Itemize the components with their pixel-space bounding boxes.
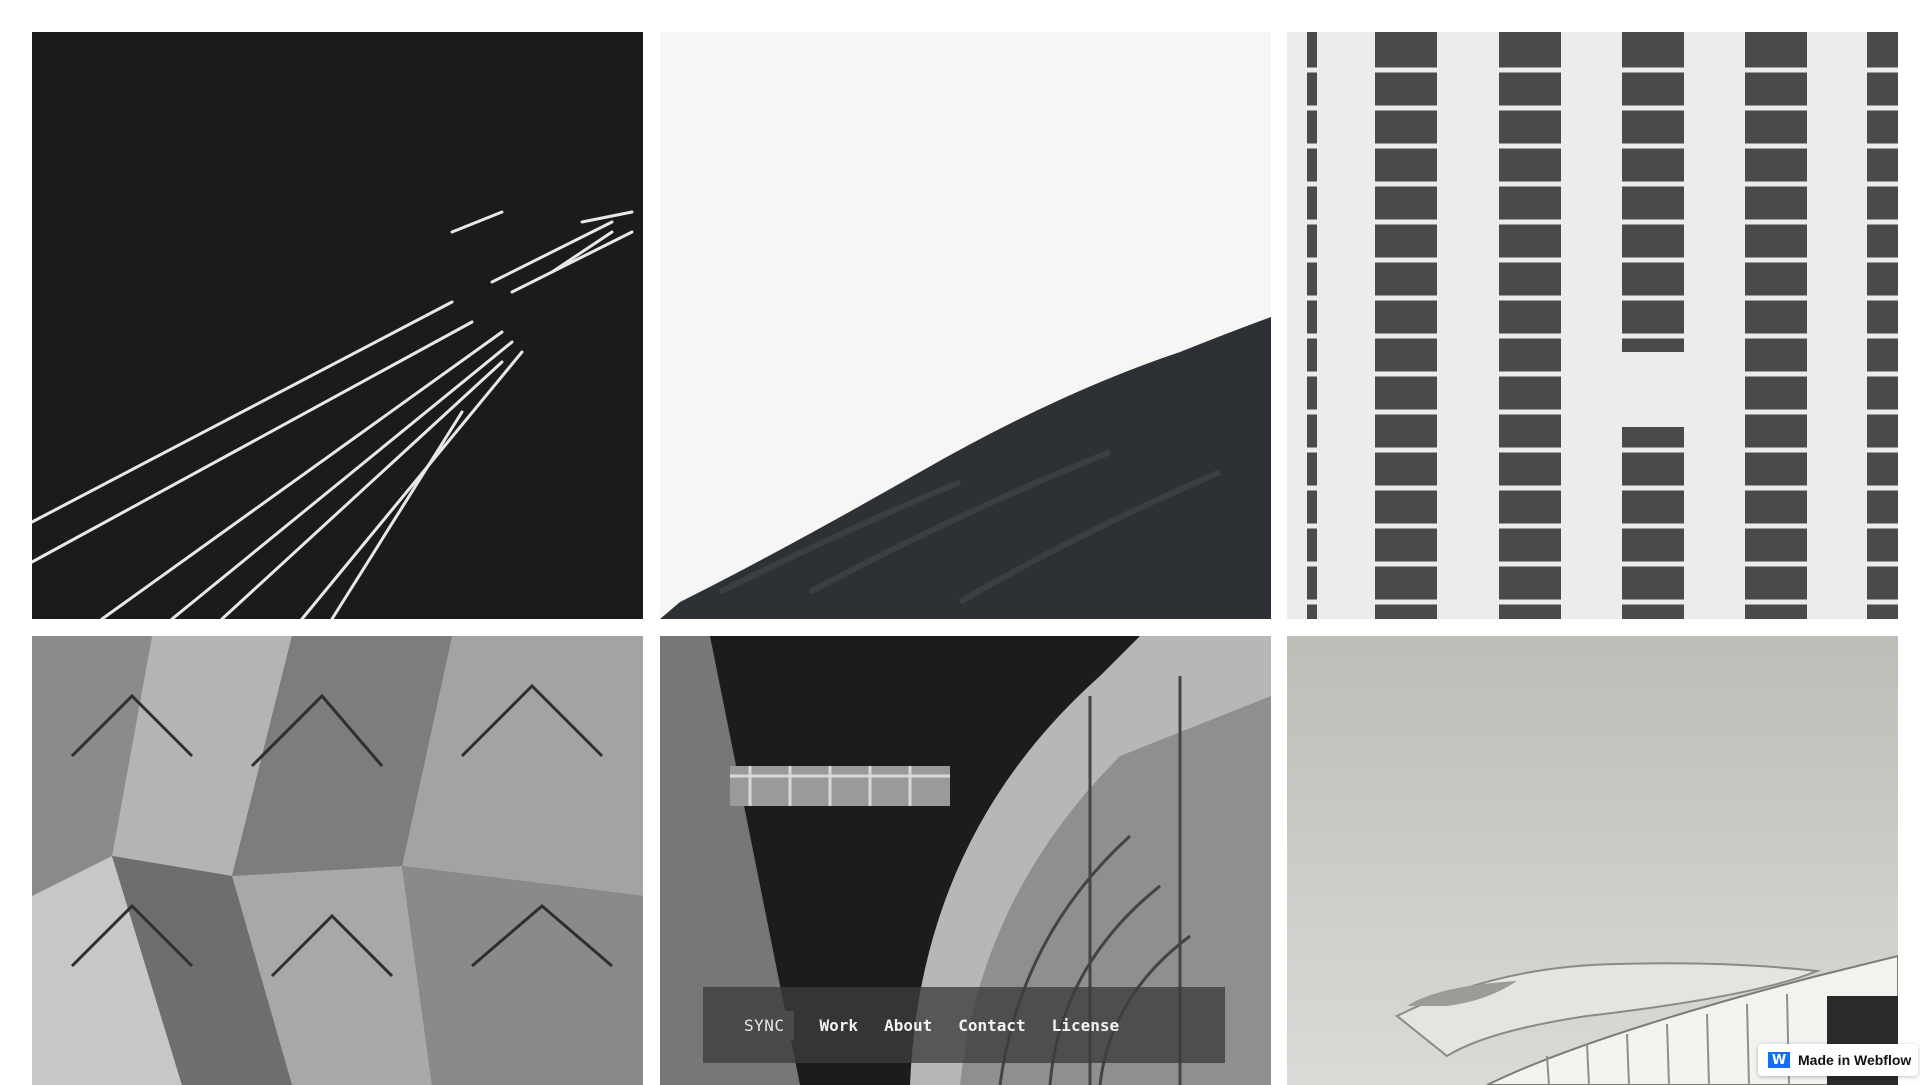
building-windows-photo [1287, 32, 1898, 619]
nav-link-license[interactable]: License [1052, 1016, 1119, 1035]
sand-dune-photo [660, 32, 1271, 619]
nav-link-contact[interactable]: Contact [958, 1016, 1025, 1035]
angular-facade-photo [32, 636, 643, 1085]
webflow-icon: W [1768, 1052, 1790, 1068]
brand-logo[interactable]: SYNC [735, 1010, 794, 1040]
light-trails-photo [32, 32, 643, 619]
spiral-ramp-photo [1287, 636, 1898, 1085]
nav-link-work[interactable]: Work [820, 1016, 859, 1035]
nav-link-about[interactable]: About [884, 1016, 932, 1035]
main-nav: SYNC Work About Contact License [703, 987, 1225, 1063]
made-in-webflow-badge[interactable]: W Made in Webflow [1758, 1044, 1918, 1076]
badge-label: Made in Webflow [1798, 1052, 1912, 1068]
